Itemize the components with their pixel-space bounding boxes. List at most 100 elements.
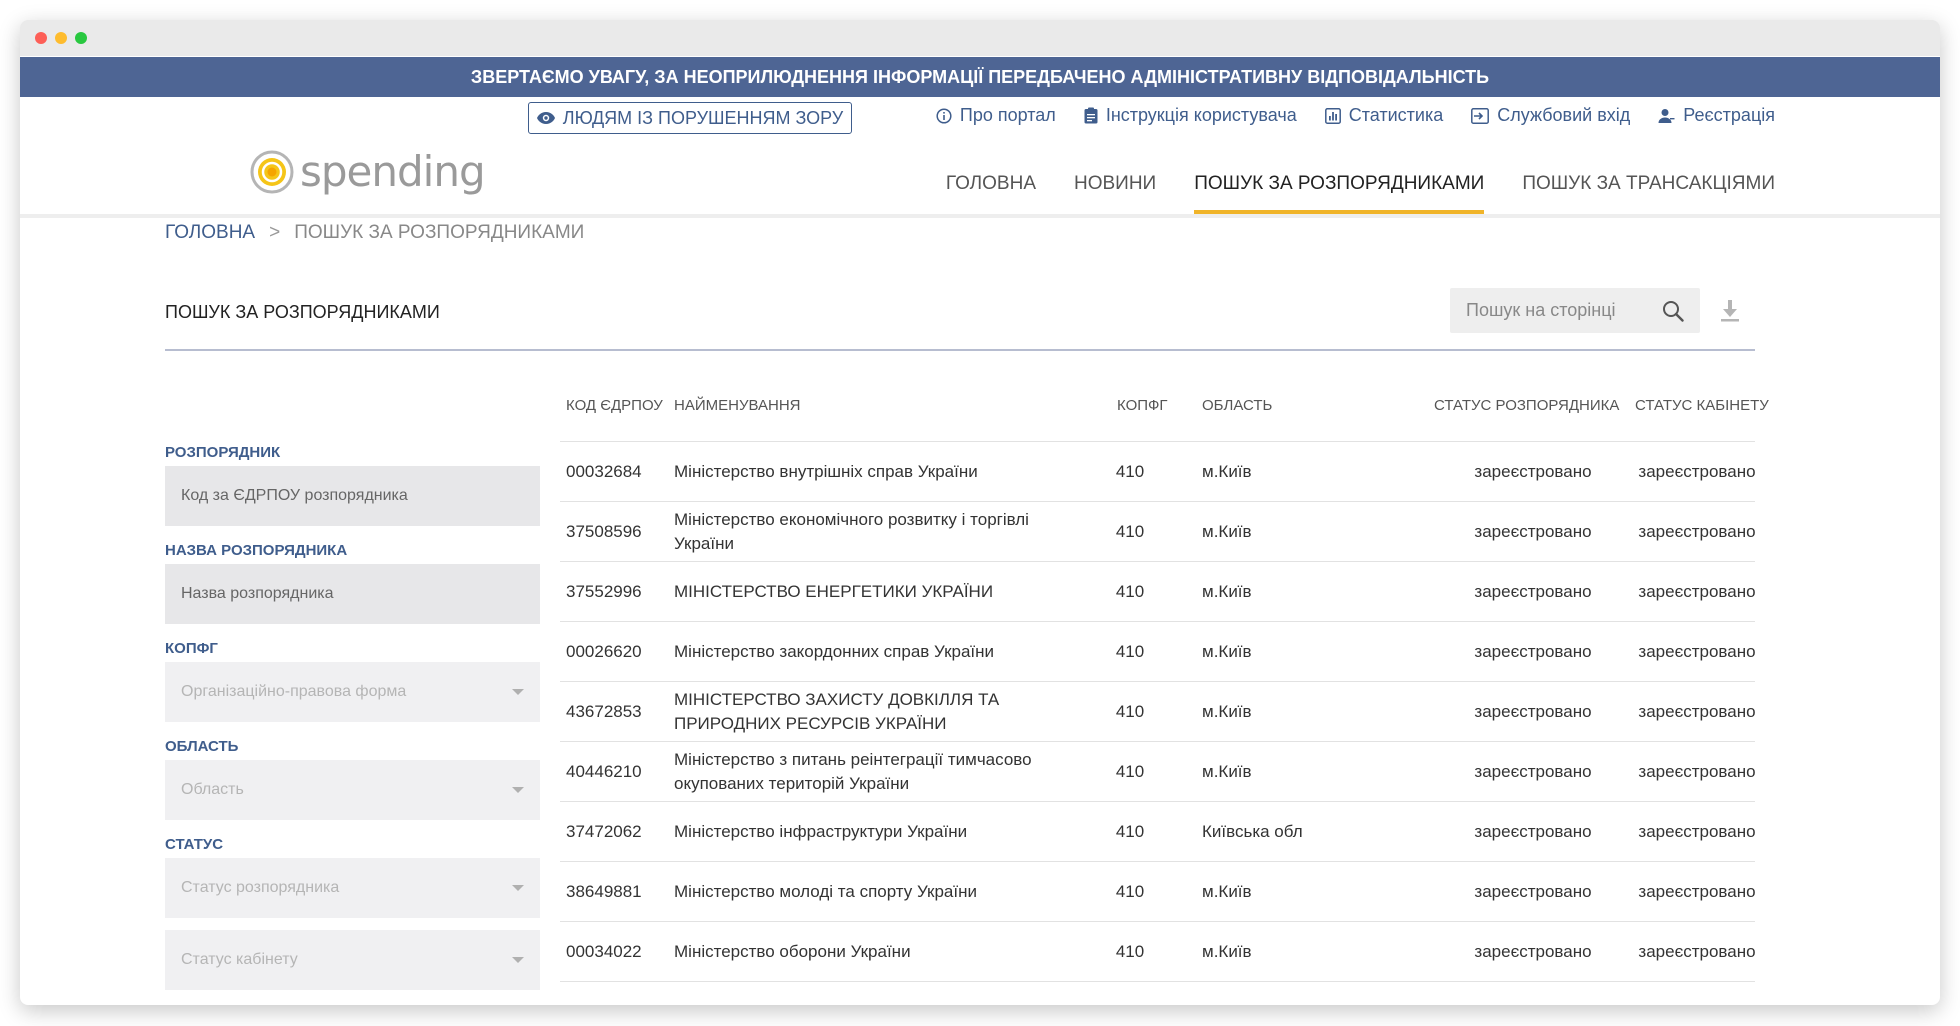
page-title: ПОШУК ЗА РОЗПОРЯДНИКАМИ (165, 302, 440, 322)
stats-link-label: Статистика (1348, 105, 1444, 125)
stats-link[interactable]: Статистика (1324, 105, 1444, 126)
close-window-button[interactable] (35, 32, 47, 44)
filters-panel: РОЗПОРЯДНИК НАЗВА РОЗПОРЯДНИКА КОПФГ Орг… (165, 440, 540, 1002)
table-header: КОД ЄДРПОУ НАЙМЕНУВАННЯ КОПФГ ОБЛАСТЬ СТ… (560, 380, 1769, 442)
breadcrumb-home[interactable]: ГОЛОВНА (165, 222, 255, 244)
table-row[interactable]: 37552996 МІНІСТЕРСТВО ЕНЕРГЕТИКИ УКРАЇНИ… (560, 562, 1756, 622)
cell-code: 38649881 (566, 881, 642, 901)
cell-name: Міністерство з питань реінтеграції тимча… (674, 749, 1032, 793)
cell-name: МІНІСТЕРСТВО ЗАХИСТУ ДОВКІЛЛЯ ТА ПРИРОДН… (674, 689, 1000, 733)
cell-kopfg: 410 (1115, 641, 1145, 661)
cell-cabinet: зареєстровано (1638, 461, 1756, 481)
cell-name: МІНІСТЕРСТВО ЕНЕРГЕТИКИ УКРАЇНИ (674, 581, 994, 601)
nav-search-transactions[interactable]: ПОШУК ЗА ТРАНСАКЦІЯМИ (1522, 171, 1775, 214)
title-divider (165, 349, 1755, 351)
table-row[interactable]: 00026620 Міністерство закордонних справ … (560, 622, 1756, 682)
nav-home[interactable]: ГОЛОВНА (946, 171, 1036, 214)
cell-code: 00034022 (566, 941, 642, 961)
cell-region: м.Київ (1202, 521, 1252, 541)
search-icon[interactable] (1662, 300, 1684, 322)
table-row[interactable]: 38649881 Міністерство молоді та спорту У… (560, 862, 1756, 922)
column-kopfg[interactable]: КОПФГ (1117, 397, 1168, 414)
about-link-label: Про портал (959, 105, 1056, 125)
cell-name: Міністерство молоді та спорту України (674, 881, 977, 901)
column-name[interactable]: НАЙМЕНУВАННЯ (674, 397, 801, 414)
column-code[interactable]: КОД ЄДРПОУ (566, 397, 663, 414)
cell-status: зареєстровано (1474, 581, 1592, 601)
filter-status-manager-placeholder: Статус розпорядника (181, 879, 340, 896)
filter-manager-label: РОЗПОРЯДНИК (165, 444, 281, 461)
accessibility-button[interactable]: ЛЮДЯМ ІЗ ПОРУШЕННЯМ ЗОРУ (528, 102, 852, 134)
cell-cabinet: зареєстровано (1638, 701, 1756, 721)
table-row[interactable]: 37472062 Міністерство інфраструктури Укр… (560, 802, 1756, 862)
page-search-input[interactable] (1466, 300, 1662, 321)
user-add-icon (1658, 108, 1675, 123)
cell-code: 43672853 (566, 701, 642, 721)
cell-kopfg: 410 (1115, 461, 1145, 481)
nav-news[interactable]: НОВИНИ (1074, 171, 1156, 214)
cell-status: зареєстровано (1474, 641, 1592, 661)
cell-kopfg: 410 (1115, 521, 1145, 541)
cell-kopfg: 410 (1115, 941, 1145, 961)
site-logo[interactable]: spending (250, 147, 486, 196)
filter-status-cabinet-select[interactable]: Статус кабінету (165, 930, 540, 990)
cell-kopfg: 410 (1115, 761, 1145, 781)
chevron-down-icon (512, 957, 524, 963)
cell-region: м.Київ (1202, 881, 1252, 901)
chevron-down-icon (512, 689, 524, 695)
minimize-window-button[interactable] (55, 32, 67, 44)
eye-icon (536, 112, 555, 124)
about-link[interactable]: Про портал (936, 105, 1056, 126)
login-link[interactable]: Службовий вхід (1471, 105, 1630, 126)
cell-code: 37508596 (566, 521, 642, 541)
table-row[interactable]: 37508596 Міністерство економічного розви… (560, 502, 1756, 562)
cell-code: 37472062 (566, 821, 642, 841)
cell-cabinet: зареєстровано (1638, 521, 1756, 541)
table-row[interactable]: 40446210 Міністерство з питань реінтегра… (560, 742, 1756, 802)
filter-kopfg-select[interactable]: Організаційно-правова форма (165, 662, 540, 722)
warning-banner: ЗВЕРТАЄМО УВАГУ, ЗА НЕОПРИЛЮДНЕННЯ ІНФОР… (20, 57, 1940, 97)
cell-name: Міністерство закордонних справ України (674, 641, 995, 661)
cell-region: м.Київ (1202, 581, 1252, 601)
filter-region-select[interactable]: Область (165, 760, 540, 820)
cell-name: Міністерство оборони України (674, 941, 911, 961)
column-cabinet[interactable]: СТАТУС КАБІНЕТУ (1635, 397, 1769, 414)
breadcrumb-current: ПОШУК ЗА РОЗПОРЯДНИКАМИ (294, 222, 585, 243)
column-region[interactable]: ОБЛАСТЬ (1202, 397, 1272, 414)
cell-cabinet: зареєстровано (1638, 821, 1756, 841)
cell-status: зареєстровано (1474, 941, 1592, 961)
cell-cabinet: зареєстровано (1638, 761, 1756, 781)
maximize-window-button[interactable] (75, 32, 87, 44)
cell-code: 00026620 (566, 641, 642, 661)
download-icon[interactable] (1721, 300, 1739, 322)
cell-kopfg: 410 (1115, 581, 1145, 601)
login-icon (1471, 107, 1490, 124)
filter-region-placeholder: Область (181, 781, 244, 798)
cell-status: зареєстровано (1474, 521, 1592, 541)
register-link-label: Реєстрація (1683, 105, 1775, 125)
table-row[interactable]: 00032684 Міністерство внутрішніх справ У… (560, 442, 1756, 502)
table-row[interactable]: 00034022 Міністерство оборони України 41… (560, 922, 1756, 982)
cell-code: 00032684 (566, 461, 642, 481)
cell-kopfg: 410 (1115, 881, 1145, 901)
filter-name-input[interactable] (165, 564, 540, 624)
cell-status: зареєстровано (1474, 761, 1592, 781)
cell-status: зареєстровано (1474, 821, 1592, 841)
chart-icon (1324, 107, 1341, 124)
cell-cabinet: зареєстровано (1638, 641, 1756, 661)
login-link-label: Службовий вхід (1497, 105, 1631, 125)
cell-region: м.Київ (1202, 701, 1252, 721)
manual-link[interactable]: Інструкція користувача (1084, 105, 1297, 126)
filter-status-manager-select[interactable]: Статус розпорядника (165, 858, 540, 918)
table-row[interactable]: 43672853 МІНІСТЕРСТВО ЗАХИСТУ ДОВКІЛЛЯ Т… (560, 682, 1756, 742)
cell-kopfg: 410 (1115, 821, 1145, 841)
window-titlebar (20, 20, 1940, 56)
chevron-down-icon (512, 787, 524, 793)
register-link[interactable]: Реєстрація (1658, 105, 1775, 126)
nav-search-managers[interactable]: ПОШУК ЗА РОЗПОРЯДНИКАМИ (1194, 171, 1485, 214)
cell-name: Міністерство інфраструктури України (674, 821, 968, 841)
manual-link-label: Інструкція користувача (1105, 105, 1297, 125)
breadcrumb-separator: > (269, 222, 281, 243)
filter-manager-code-input[interactable] (165, 466, 540, 526)
column-status[interactable]: СТАТУС РОЗПОРЯДНИКА (1434, 397, 1619, 414)
